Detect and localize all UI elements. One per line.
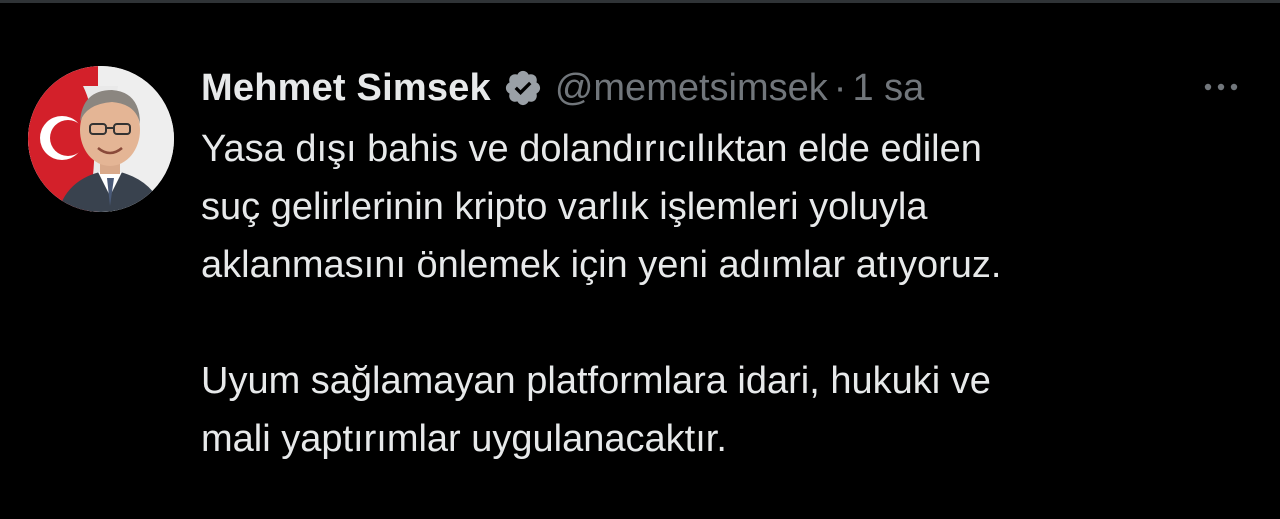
tweet-line: aklanmasını önlemek için yeni adımlar at… xyxy=(201,244,1002,286)
timestamp[interactable]: 1 sa xyxy=(852,67,924,110)
tweet-line: Yasa dışı bahis ve dolandırıcılıktan eld… xyxy=(201,128,982,170)
separator-dot: · xyxy=(833,66,847,109)
tweet-line: mali yaptırımlar uygulanacaktır. xyxy=(201,418,727,460)
tweet-paragraph: Uyum sağlamayan platformlara idari, huku… xyxy=(201,352,1261,468)
more-options-icon[interactable] xyxy=(1196,72,1246,102)
tweet[interactable]: Mehmet Simsek @memetsimsek · 1 sa Yasa d… xyxy=(0,0,1280,519)
tweet-line: suç gelirlerinin kripto varlık işlemleri… xyxy=(201,186,928,228)
avatar[interactable] xyxy=(28,66,174,212)
tweet-paragraph: Yasa dışı bahis ve dolandırıcılıktan eld… xyxy=(201,120,1261,294)
handle[interactable]: @memetsimsek xyxy=(555,67,828,110)
tweet-header: Mehmet Simsek @memetsimsek · 1 sa xyxy=(201,60,924,116)
tweet-line: Uyum sağlamayan platformlara idari, huku… xyxy=(201,360,991,402)
verified-badge-icon xyxy=(503,68,543,108)
display-name[interactable]: Mehmet Simsek xyxy=(201,67,491,110)
tweet-text: Yasa dışı bahis ve dolandırıcılıktan eld… xyxy=(201,120,1261,468)
